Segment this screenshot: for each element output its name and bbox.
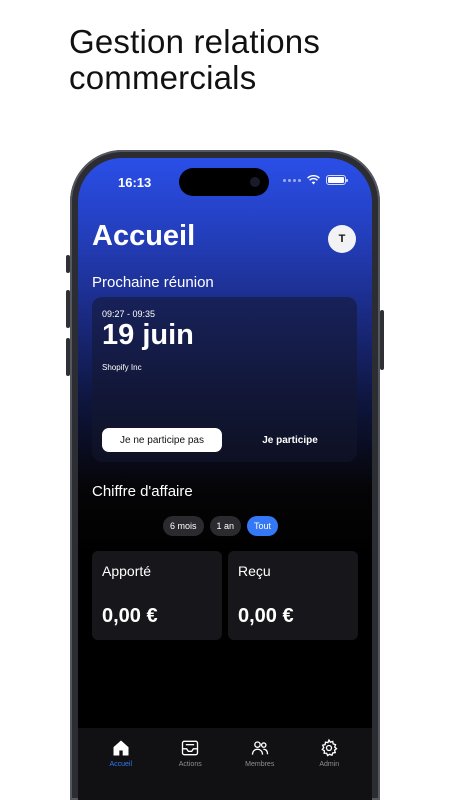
- phone-mute-button: [66, 255, 70, 273]
- meeting-date: 19 juin: [102, 319, 194, 351]
- battery-icon: [326, 175, 348, 185]
- phone-volume-up-button: [66, 290, 70, 328]
- tab-actions[interactable]: Actions: [160, 738, 220, 800]
- filter-6-months[interactable]: 6 mois: [163, 516, 204, 536]
- wifi-icon: [307, 175, 320, 185]
- tab-label-actions: Actions: [178, 761, 202, 768]
- accept-meeting-button[interactable]: Je participe: [230, 428, 350, 452]
- camera-icon: [250, 177, 260, 187]
- filter-1-year[interactable]: 1 an: [209, 516, 242, 536]
- tab-accueil[interactable]: Accueil: [91, 738, 151, 800]
- tab-label-accueil: Accueil: [109, 761, 133, 768]
- stat-card-brought: Apporté 0,00 €: [92, 551, 222, 640]
- cellular-signal-icon: [283, 178, 301, 182]
- meeting-time-range: 09:27 - 09:35: [102, 309, 156, 319]
- stat-label-brought: Apporté: [102, 563, 152, 579]
- status-icons: [283, 175, 348, 185]
- dynamic-island: [179, 168, 269, 196]
- stat-value-brought: 0,00 €: [102, 605, 158, 627]
- phone-power-button: [380, 310, 384, 370]
- status-time: 16:13: [118, 175, 152, 190]
- page-title: Accueil: [92, 220, 196, 252]
- revenue-label: Chiffre d'affaire: [92, 483, 193, 500]
- stat-card-received: Reçu 0,00 €: [228, 551, 358, 640]
- meeting-company: Shopify Inc: [102, 363, 142, 372]
- home-icon: [113, 740, 129, 756]
- tab-membres[interactable]: Membres: [230, 738, 290, 800]
- phone-frame: 16:13 Accueil T Prochaine réunion 09:27 …: [66, 150, 384, 800]
- next-meeting-card[interactable]: 09:27 - 09:35 19 juin Shopify Inc Je ne …: [92, 297, 357, 462]
- tab-admin[interactable]: Admin: [299, 738, 359, 800]
- filter-all[interactable]: Tout: [247, 516, 279, 536]
- next-meeting-label: Prochaine réunion: [92, 274, 214, 291]
- tab-bar: Accueil Actions Membres Admin: [78, 728, 372, 800]
- promo-headline: Gestion relations commercials: [69, 24, 320, 96]
- promo-headline-line-2: commercials: [69, 59, 257, 96]
- users-icon: [251, 741, 268, 755]
- gear-icon: [321, 738, 338, 757]
- tab-label-admin: Admin: [319, 761, 340, 768]
- app-screen: 16:13 Accueil T Prochaine réunion 09:27 …: [78, 158, 372, 800]
- phone-volume-down-button: [66, 338, 70, 376]
- promo-headline-line-1: Gestion relations: [69, 23, 321, 60]
- stat-label-received: Reçu: [238, 563, 271, 579]
- inbox-icon: [182, 740, 199, 756]
- period-filter: 6 mois 1 an Tout: [163, 516, 279, 536]
- stat-value-received: 0,00 €: [238, 605, 294, 627]
- decline-meeting-button[interactable]: Je ne participe pas: [102, 428, 222, 452]
- tab-label-membres: Membres: [245, 761, 275, 768]
- avatar[interactable]: T: [328, 225, 356, 253]
